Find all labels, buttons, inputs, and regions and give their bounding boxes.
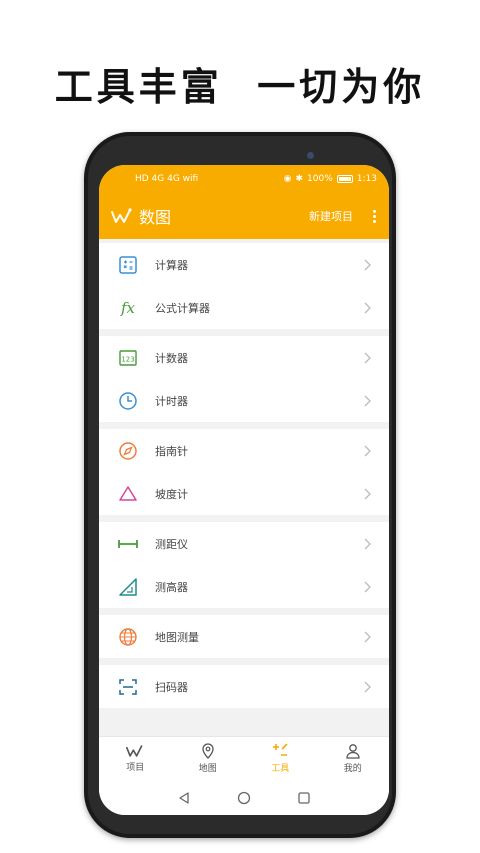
chevron-right-icon	[361, 445, 373, 457]
app-logo-icon	[111, 208, 132, 223]
clock-icon	[117, 390, 139, 412]
tool-item-timer[interactable]: 计时器	[99, 379, 389, 422]
bottom-tab-bar: 项目 地图 工具 我的	[99, 736, 389, 780]
svg-text:123: 123	[121, 355, 134, 363]
project-icon	[126, 745, 143, 757]
chevron-right-icon	[361, 581, 373, 593]
status-right: ◉ ✱ 100% 1:13	[284, 174, 377, 184]
battery-percent: 100%	[307, 174, 333, 184]
recents-icon[interactable]	[297, 791, 311, 805]
chevron-right-icon	[361, 395, 373, 407]
tool-item-label: 公式计算器	[155, 301, 210, 315]
tool-group-map: 地图测量	[99, 615, 389, 658]
tab-label: 我的	[343, 764, 362, 774]
tool-item-compass[interactable]: 指南针	[99, 429, 389, 472]
map-pin-icon	[202, 743, 214, 759]
tool-item-label: 计算器	[155, 258, 188, 272]
new-project-button[interactable]: 新建项目	[309, 208, 353, 224]
chevron-right-icon	[361, 631, 373, 643]
tool-item-label: 测高器	[155, 580, 188, 594]
phone-screen: HD 4G 4G wifi ◉ ✱ 100% 1:13 数图 新建项目 计算器 …	[99, 165, 389, 815]
tab-map[interactable]: 地图	[172, 737, 245, 780]
app-bar: 数图 新建项目	[99, 193, 389, 239]
bluetooth-icon: ✱	[295, 174, 304, 184]
tool-item-label: 坡度计	[155, 487, 188, 501]
tool-group-orientation: 指南针 坡度计	[99, 429, 389, 515]
promo-headline: 工具丰富 一切为你	[54, 65, 426, 109]
tools-icon	[273, 743, 288, 756]
tool-group-count: 123 计数器 计时器	[99, 336, 389, 422]
compass-icon	[117, 440, 139, 462]
tool-item-label: 指南针	[155, 444, 188, 458]
status-left: HD 4G 4G wifi	[135, 174, 198, 184]
tool-group-calc: 计算器 fx 公式计算器	[99, 243, 389, 329]
app-title-area: 数图	[111, 204, 171, 228]
tab-project[interactable]: 项目	[99, 737, 172, 780]
phone-frame: HD 4G 4G wifi ◉ ✱ 100% 1:13 数图 新建项目 计算器 …	[84, 132, 396, 838]
chevron-right-icon	[361, 538, 373, 550]
tab-label: 工具	[271, 764, 290, 774]
chevron-right-icon	[361, 488, 373, 500]
triangle-icon	[117, 483, 139, 505]
front-camera	[307, 152, 314, 159]
height-icon	[117, 576, 139, 598]
eye-icon: ◉	[283, 174, 292, 184]
battery-icon	[336, 175, 353, 183]
tab-label: 地图	[198, 764, 217, 774]
tool-item-formula-calculator[interactable]: fx 公式计算器	[99, 286, 389, 329]
tool-group-measure: 测距仪 测高器	[99, 522, 389, 608]
tool-item-calculator[interactable]: 计算器	[99, 243, 389, 286]
status-time: 1:13	[356, 174, 377, 184]
fx-icon: fx	[120, 298, 135, 317]
scan-icon	[117, 676, 139, 698]
tab-label: 项目	[126, 763, 145, 773]
chevron-right-icon	[361, 259, 373, 271]
home-icon[interactable]	[237, 791, 251, 805]
chevron-right-icon	[361, 302, 373, 314]
counter-123-icon: 123	[117, 347, 139, 369]
tool-item-slope-meter[interactable]: 坡度计	[99, 472, 389, 515]
tool-item-counter[interactable]: 123 计数器	[99, 336, 389, 379]
app-title: 数图	[139, 208, 172, 227]
tool-item-rangefinder[interactable]: 测距仪	[99, 522, 389, 565]
tool-item-label: 测距仪	[155, 537, 188, 551]
more-menu-icon[interactable]	[369, 209, 379, 223]
chevron-right-icon	[361, 681, 373, 693]
tool-group-scan: 扫码器	[99, 665, 389, 708]
user-icon	[346, 744, 360, 759]
status-bar: HD 4G 4G wifi ◉ ✱ 100% 1:13	[99, 165, 389, 193]
system-nav-bar	[99, 780, 389, 815]
globe-icon	[117, 626, 139, 648]
tab-mine[interactable]: 我的	[317, 737, 390, 780]
chevron-right-icon	[361, 352, 373, 364]
tool-item-map-measure[interactable]: 地图测量	[99, 615, 389, 658]
tab-tools[interactable]: 工具	[244, 737, 317, 780]
signal-icons: HD 4G 4G wifi	[135, 174, 199, 184]
tool-item-label: 计数器	[155, 351, 188, 365]
back-icon[interactable]	[177, 791, 191, 805]
tool-list: 计算器 fx 公式计算器 123 计数器 计时器 指南针 坡度计 测距仪 测高器…	[99, 239, 389, 708]
phone-bezel: HD 4G 4G wifi ◉ ✱ 100% 1:13 数图 新建项目 计算器 …	[88, 136, 392, 834]
calculator-icon	[117, 254, 139, 276]
tool-item-label: 计时器	[155, 394, 188, 408]
tool-item-height-meter[interactable]: 测高器	[99, 565, 389, 608]
tool-item-label: 扫码器	[155, 680, 188, 694]
tool-item-scanner[interactable]: 扫码器	[99, 665, 389, 708]
ruler-icon	[117, 533, 139, 555]
tool-item-label: 地图测量	[155, 630, 199, 644]
app-actions: 新建项目	[309, 208, 379, 224]
